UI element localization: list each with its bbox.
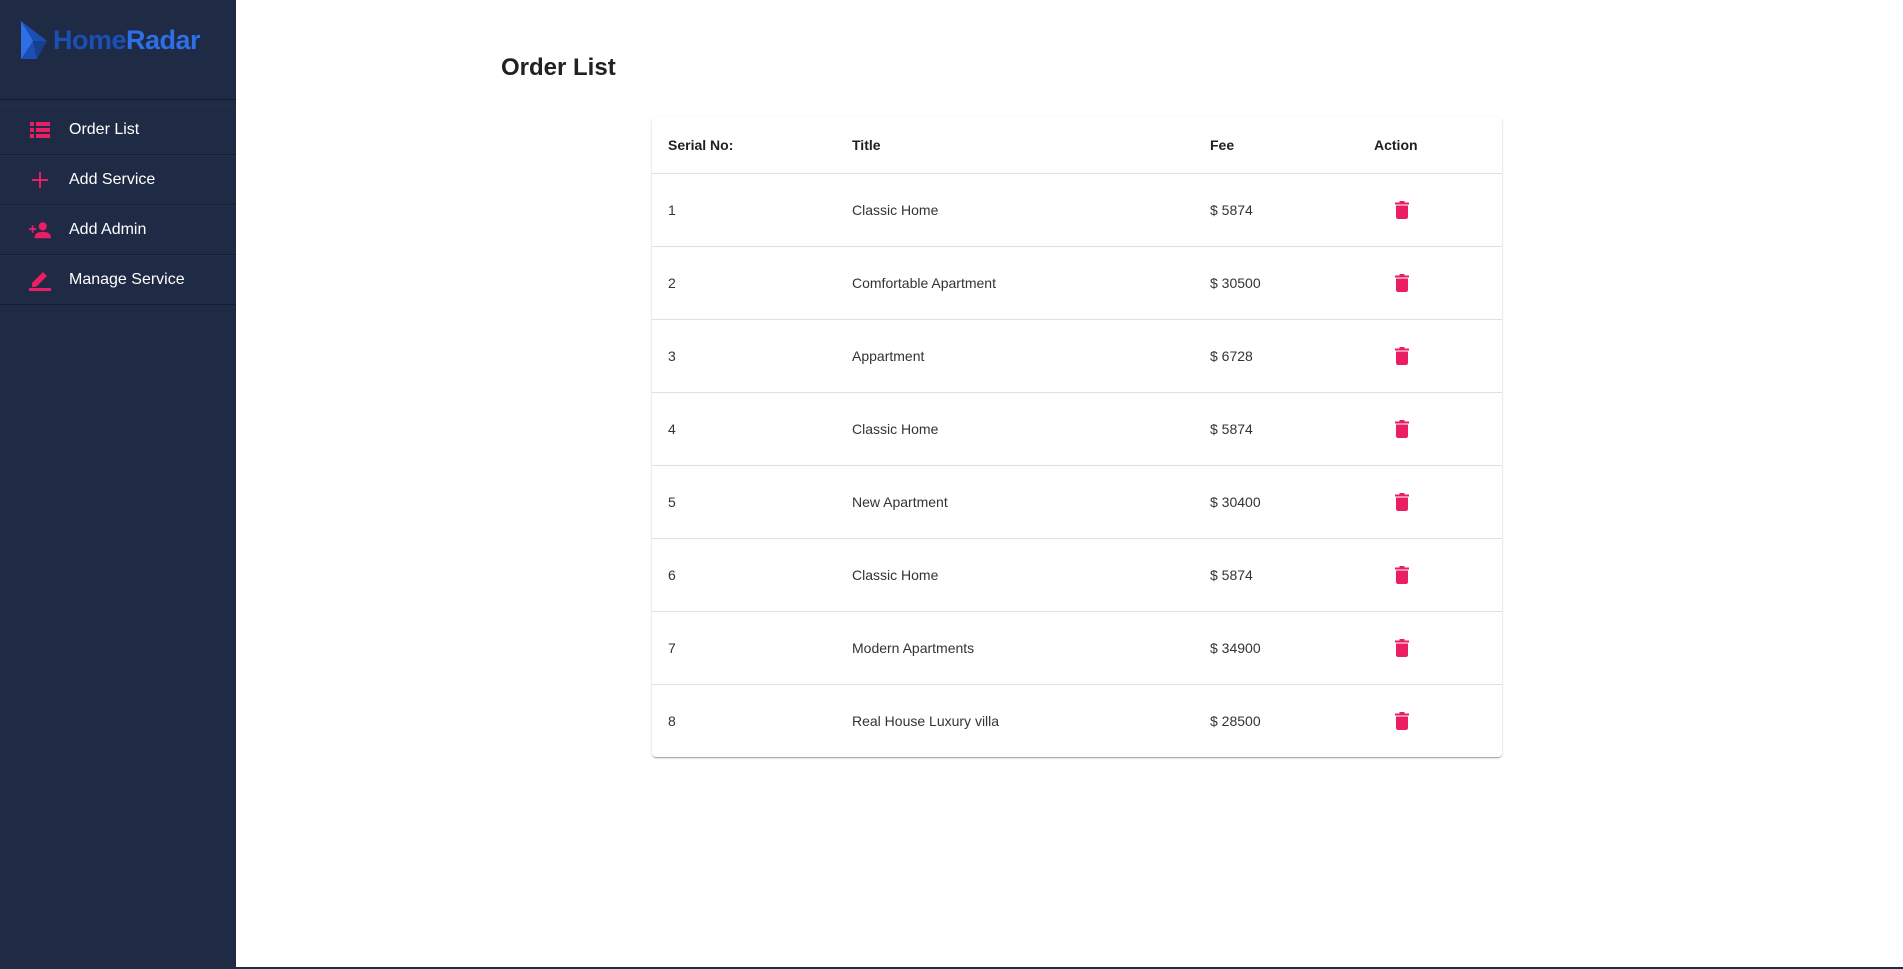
fee-cell: $ 5874 — [1194, 538, 1358, 612]
fee-cell: $ 5874 — [1194, 392, 1358, 466]
trash-icon — [1395, 274, 1409, 292]
serial-cell: 1 — [652, 173, 836, 247]
fee-cell: $ 5874 — [1194, 173, 1358, 247]
sidebar-item-order-list[interactable]: Order List — [0, 105, 236, 155]
delete-button[interactable] — [1382, 263, 1422, 303]
title-cell: Comfortable Apartment — [836, 246, 1194, 320]
sidebar-item-add-admin[interactable]: Add Admin — [0, 205, 236, 255]
table-row: 5 New Apartment $ 30400 — [652, 465, 1502, 539]
fee-cell: $ 34900 — [1194, 611, 1358, 685]
serial-cell: 3 — [652, 319, 836, 393]
person-add-icon — [29, 219, 51, 241]
title-cell: Appartment — [836, 319, 1194, 393]
serial-cell: 4 — [652, 392, 836, 466]
serial-cell: 6 — [652, 538, 836, 612]
delete-button[interactable] — [1382, 555, 1422, 595]
sidebar-item-label: Order List — [69, 121, 140, 138]
table-row: 7 Modern Apartments $ 34900 — [652, 611, 1502, 685]
title-cell: Real House Luxury villa — [852, 713, 1000, 729]
edit-icon — [29, 269, 51, 291]
title-cell: New Apartment — [836, 465, 1194, 539]
column-header-serial: Serial No: — [652, 117, 836, 174]
order-table: Serial No: Title Fee Action 1 Classic Ho… — [652, 117, 1502, 757]
serial-cell: 2 — [652, 246, 836, 320]
action-cell — [1358, 685, 1502, 758]
column-header-title: Title — [836, 117, 1194, 174]
title-cell: Classic Home — [836, 173, 1194, 247]
logo-mark-icon — [21, 21, 47, 59]
trash-icon — [1395, 639, 1409, 657]
trash-icon — [1395, 712, 1409, 730]
trash-icon — [1395, 420, 1409, 438]
delete-button[interactable] — [1382, 409, 1422, 449]
plus-icon — [29, 169, 51, 191]
brand-logo[interactable]: HomeRadar — [17, 18, 201, 62]
action-cell — [1358, 611, 1502, 685]
trash-icon — [1395, 493, 1409, 511]
fee-cell: $ 6728 — [1194, 319, 1358, 393]
delete-button[interactable] — [1382, 482, 1422, 522]
action-cell — [1358, 319, 1502, 393]
action-cell — [1358, 392, 1502, 466]
serial-cell: 7 — [652, 611, 836, 685]
table-row: 2 Comfortable Apartment $ 30500 — [652, 246, 1502, 320]
table-row: 4 Classic Home $ 5874 — [652, 392, 1502, 466]
fee-cell: $ 30400 — [1194, 465, 1358, 539]
delete-button[interactable] — [1382, 628, 1422, 668]
table-row: 6 Classic Home $ 5874 — [652, 538, 1502, 612]
sidebar: HomeRadar Order List Add Service Add Adm… — [0, 0, 236, 969]
page-title: Order List — [501, 54, 616, 81]
sidebar-item-add-service[interactable]: Add Service — [0, 155, 236, 205]
action-cell — [1358, 173, 1502, 247]
trash-icon — [1395, 566, 1409, 584]
brand-name: HomeRadar — [53, 24, 201, 55]
table-row: 3 Appartment $ 6728 — [652, 319, 1502, 393]
action-cell — [1358, 538, 1502, 612]
list-icon — [29, 119, 51, 141]
trash-icon — [1395, 201, 1409, 219]
serial-cell: 8 — [668, 713, 676, 729]
action-cell — [1358, 246, 1502, 320]
trash-icon — [1395, 347, 1409, 365]
sidebar-divider — [0, 99, 236, 100]
sidebar-nav: Order List Add Service Add Admin Manage … — [0, 105, 236, 305]
sidebar-item-manage-service[interactable]: Manage Service — [0, 255, 236, 305]
title-cell: Modern Apartments — [836, 611, 1194, 685]
order-table-card: Serial No: Title Fee Action 1 Classic Ho… — [652, 117, 1502, 757]
sidebar-item-label: Add Service — [69, 171, 156, 188]
delete-button[interactable] — [1382, 190, 1422, 230]
title-cell: Classic Home — [836, 392, 1194, 466]
table-header-row: Serial No: Title Fee Action — [652, 117, 1502, 174]
serial-cell: 5 — [652, 465, 836, 539]
table-row: 1 Classic Home $ 5874 — [652, 173, 1502, 247]
title-cell: Classic Home — [836, 538, 1194, 612]
fee-cell: $ 28500 — [1210, 713, 1261, 729]
column-header-fee: Fee — [1194, 117, 1358, 174]
sidebar-item-label: Manage Service — [69, 271, 185, 288]
column-header-action: Action — [1358, 117, 1502, 174]
delete-button[interactable] — [1382, 701, 1422, 741]
action-cell — [1358, 465, 1502, 539]
fee-cell: $ 30500 — [1194, 246, 1358, 320]
table-row: 8 Real House Luxury villa $ 28500 — [652, 685, 1502, 758]
sidebar-item-label: Add Admin — [69, 221, 147, 238]
delete-button[interactable] — [1382, 336, 1422, 376]
